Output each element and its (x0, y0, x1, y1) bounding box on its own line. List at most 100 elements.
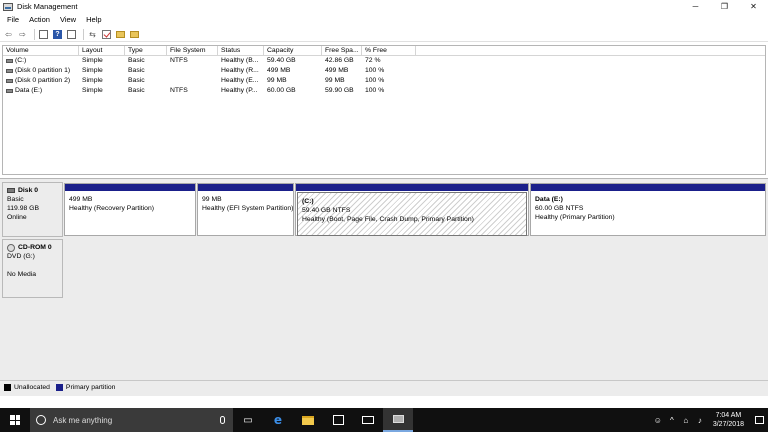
window-controls: ─ ❐ ✕ (681, 0, 768, 13)
action-center-button[interactable] (750, 408, 768, 432)
partition-size: 60.00 GB NTFS (535, 205, 584, 212)
chevron-up-icon[interactable]: ^ (665, 416, 679, 425)
column-status[interactable]: Status (218, 46, 264, 55)
column-percent-free[interactable]: % Free (362, 46, 416, 55)
network-icon[interactable]: ⌂ (679, 416, 693, 425)
clock-date: 3/27/2018 (712, 421, 744, 428)
menu-bar: File Action View Help (0, 13, 768, 26)
drive-icon (6, 59, 13, 63)
legend-swatch (55, 384, 63, 391)
volume-name: Data (E:) (15, 87, 43, 94)
menu-help[interactable]: Help (81, 15, 106, 24)
drive-icon (6, 89, 13, 93)
file-explorer-button[interactable] (293, 408, 323, 432)
disk-status: Online (7, 214, 27, 221)
notification-icon (754, 416, 764, 424)
type-cell: Basic (128, 57, 145, 64)
status-cell: Healthy (R... (221, 67, 259, 74)
column-free-space[interactable]: Free Spa... (322, 46, 362, 55)
table-row[interactable]: (C:) Simple Basic NTFS Healthy (B... 59.… (3, 56, 765, 66)
store-button[interactable] (323, 408, 353, 432)
status-cell: Healthy (B... (221, 57, 259, 64)
cd-rom-0-label[interactable]: CD-ROM 0 DVD (G:) No Media (2, 239, 63, 298)
mail-button[interactable] (353, 408, 383, 432)
type-cell: Basic (128, 67, 145, 74)
partition-size: 499 MB (69, 196, 93, 203)
disk-name: CD-ROM 0 (18, 244, 52, 251)
table-row[interactable]: (Disk 0 partition 1) Simple Basic Health… (3, 66, 765, 76)
layout-cell: Simple (82, 57, 103, 64)
volume-name: (Disk 0 partition 1) (15, 67, 71, 74)
partition-efi[interactable]: 99 MB Healthy (EFI System Partition) (197, 183, 294, 236)
column-file-system[interactable]: File System (167, 46, 218, 55)
refresh-icon[interactable]: ⇆ (87, 29, 98, 40)
hard-disk-icon (7, 188, 15, 193)
file-system-cell (167, 76, 218, 86)
percent-free-cell: 100 % (365, 67, 385, 74)
menu-file[interactable]: File (2, 15, 24, 24)
check-icon[interactable] (101, 29, 112, 40)
console-tree-icon[interactable] (38, 29, 49, 40)
task-view-button[interactable]: ▭ (233, 408, 263, 432)
disk-name: Disk 0 (18, 187, 39, 194)
clock[interactable]: 7:04 AM 3/27/2018 (713, 411, 744, 429)
volume-name: (C:) (15, 57, 27, 64)
column-capacity[interactable]: Capacity (264, 46, 322, 55)
edge-icon: e (273, 413, 283, 427)
explore-icon[interactable] (129, 29, 140, 40)
layout-cell: Simple (82, 87, 103, 94)
partition-c[interactable]: (C:) 59.40 GB NTFS Healthy (Boot, Page F… (295, 183, 529, 236)
free-space-cell: 42.86 GB (325, 57, 354, 64)
disk-type: DVD (G:) (7, 253, 35, 260)
menu-view[interactable]: View (55, 15, 81, 24)
partition-status: Healthy (Boot, Page File, Crash Dump, Pr… (302, 216, 474, 223)
open-icon[interactable] (115, 29, 126, 40)
legend-unallocated: Unallocated (4, 384, 50, 391)
microphone-icon[interactable] (220, 416, 225, 424)
volume-name: (Disk 0 partition 2) (15, 77, 71, 84)
legend-swatch (4, 384, 11, 391)
free-space-cell: 59.90 GB (325, 87, 354, 94)
disk-0-label[interactable]: Disk 0 Basic 119.98 GB Online (2, 182, 63, 237)
legend-label: Unallocated (14, 384, 50, 391)
cd-rom-icon (7, 243, 15, 252)
primary-partition-bar (198, 184, 293, 191)
start-button[interactable] (0, 408, 30, 432)
free-space-cell: 499 MB (325, 67, 349, 74)
partition-data-e[interactable]: Data (E:) 60.00 GB NTFS Healthy (Primary… (530, 183, 766, 236)
people-icon[interactable]: ☺ (651, 416, 665, 425)
minimize-button[interactable]: ─ (681, 0, 710, 13)
window-title: Disk Management (17, 2, 78, 11)
disk-management-icon (3, 2, 13, 11)
table-row[interactable]: Data (E:) Simple Basic NTFS Healthy (P..… (3, 86, 765, 96)
search-box[interactable]: Ask me anything (30, 408, 233, 432)
column-layout[interactable]: Layout (79, 46, 125, 55)
close-button[interactable]: ✕ (739, 0, 768, 13)
folder-icon (302, 415, 314, 425)
table-row[interactable]: (Disk 0 partition 2) Simple Basic Health… (3, 76, 765, 86)
mail-icon (362, 416, 374, 424)
forward-arrow-icon[interactable]: ⇨ (17, 29, 28, 40)
properties-icon[interactable] (66, 29, 77, 40)
maximize-button[interactable]: ❐ (710, 0, 739, 13)
search-placeholder: Ask me anything (53, 415, 113, 425)
partition-status: Healthy (EFI System Partition) (202, 205, 293, 212)
volume-icon[interactable]: ♪ (693, 416, 707, 425)
disk-management-taskbar-button[interactable] (383, 408, 413, 432)
percent-free-cell: 72 % (365, 57, 381, 64)
partition-title: (C:) (302, 198, 314, 205)
partition-size: 99 MB (202, 196, 222, 203)
column-volume[interactable]: Volume (3, 46, 79, 55)
edge-button[interactable]: e (263, 408, 293, 432)
partition-recovery[interactable]: 499 MB Healthy (Recovery Partition) (64, 183, 196, 236)
drive-icon (6, 79, 13, 83)
column-type[interactable]: Type (125, 46, 167, 55)
partition-status: Healthy (Primary Partition) (535, 214, 615, 221)
help-icon[interactable]: ? (52, 29, 63, 40)
toolbar: ⇦ ⇨ ? ⇆ (0, 27, 768, 42)
back-arrow-icon[interactable]: ⇦ (3, 29, 14, 40)
primary-partition-bar (65, 184, 195, 191)
task-view-icon: ▭ (243, 414, 253, 426)
partition-size: 59.40 GB NTFS (302, 207, 351, 214)
menu-action[interactable]: Action (24, 15, 55, 24)
